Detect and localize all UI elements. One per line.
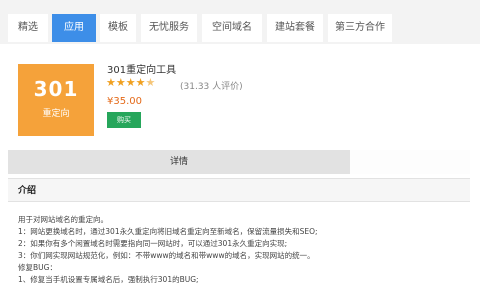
description-line: 2：如果你有多个闲置域名时需要指向同一网站时，可以通过301永久重定向实现; xyxy=(18,239,288,248)
product-icon-subtext: 重定向 xyxy=(42,109,70,119)
product-title: 301重定向工具 xyxy=(107,65,177,76)
rating-stars: ★★★★★ xyxy=(106,76,155,89)
tab-hosting-domains[interactable]: 空间域名 xyxy=(202,14,262,42)
tab-third-party[interactable]: 第三方合作 xyxy=(328,14,392,42)
tab-worry-free-services[interactable]: 无忧服务 xyxy=(141,14,197,42)
description-line: 用于对网站域名的重定向。 xyxy=(18,215,108,224)
tab-site-packages[interactable]: 建站套餐 xyxy=(267,14,323,42)
tab-templates[interactable]: 模板 xyxy=(100,14,136,42)
product-price: ¥35.00 xyxy=(107,96,142,107)
section-title: 介绍 xyxy=(18,186,37,196)
description-line: 修复BUG： xyxy=(18,263,57,272)
product-icon-text: 301 xyxy=(33,77,79,101)
tab-featured[interactable]: 精选 xyxy=(8,14,48,42)
top-navigation: 精选 应用 模板 无忧服务 空间域名 建站套餐 第三方合作 xyxy=(0,0,480,44)
description-line: 3：你们网实现网站规范化，例如：不带www的域名和带www的域名，实现网站的统一… xyxy=(18,251,315,260)
star-icon: ★ xyxy=(115,76,126,89)
description-line: 1、修复当手机设置专属域名后，强制执行301的BUG; xyxy=(18,275,199,284)
star-icon: ★ xyxy=(135,76,146,89)
section-header: 介绍 xyxy=(8,178,470,202)
star-icon: ★ xyxy=(125,76,136,89)
buy-button[interactable]: 购买 xyxy=(107,112,141,128)
description: 用于对网站域名的重定向。 1：网站更换域名时，通过301永久重定向将旧域名重定向… xyxy=(18,214,468,286)
tab-details[interactable]: 详情 xyxy=(8,150,350,174)
description-line: 1：网站更换域名时，通过301永久重定向将旧域名重定向至新域名，保留流量损失和S… xyxy=(18,227,318,236)
star-icon: ★ xyxy=(106,76,116,89)
product-icon: 301 重定向 xyxy=(18,64,94,136)
tab-apps[interactable]: 应用 xyxy=(52,14,96,42)
half-star-icon: ★ xyxy=(145,76,156,89)
tab-spacer xyxy=(350,150,470,174)
review-count: (31.33 人评价) xyxy=(180,82,243,92)
